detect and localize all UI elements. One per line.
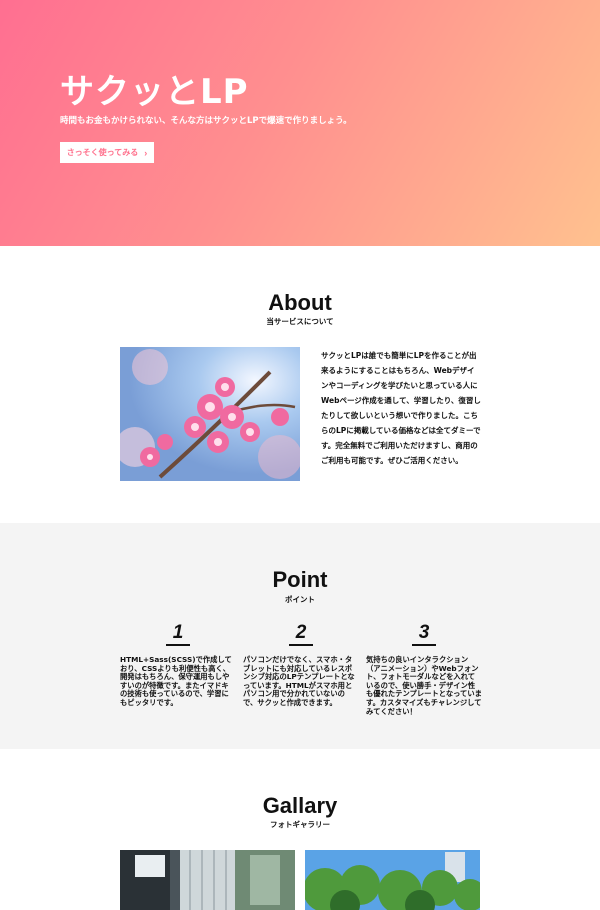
hero-subtitle: 時間もお金もかけられない、そんな方はサクッとLPで爆速で作りましょう。 xyxy=(60,116,352,126)
point-title: Point xyxy=(272,567,328,592)
about-title: About xyxy=(268,290,332,315)
point-item: 3 気持ちの良いインタラクション（アニメーション）やWebフォント、フォトモーダ… xyxy=(366,622,482,716)
point-item: 2 パソコンだけでなく、スマホ・タブレットにも対応しているレスポンシブ対応のLP… xyxy=(243,622,359,708)
green-trees-photo[interactable] xyxy=(305,850,480,910)
hero-title: サクッとLP xyxy=(60,72,249,112)
point-number: 1 xyxy=(166,622,190,646)
cta-button-label: さっそく使ってみる xyxy=(66,148,139,157)
about-body: サクッとLPは誰でも簡単にLPを作ることが出来るようにすることはもちろん、Web… xyxy=(321,351,481,465)
point-item: 1 HTML+Sass(SCSS)で作成しており、CSSよりも利便性も高く、開発… xyxy=(120,622,236,708)
point-subtitle: ポイント xyxy=(285,595,315,604)
cta-button[interactable]: さっそく使ってみる › xyxy=(60,142,154,163)
point-text: パソコンだけでなく、スマホ・タブレットにも対応しているレスポンシブ対応のLPテン… xyxy=(243,655,355,707)
point-text: HTML+Sass(SCSS)で作成しており、CSSよりも利便性も高く、開発はも… xyxy=(120,655,232,707)
point-number: 3 xyxy=(412,622,436,646)
cherry-blossom-photo xyxy=(120,347,300,481)
point-text: 気持ちの良いインタラクション（アニメーション）やWebフォント、フォトモーダルな… xyxy=(366,655,482,716)
about-subtitle: 当サービスについて xyxy=(266,317,334,326)
gallery-subtitle: フォトギャラリー xyxy=(270,820,330,829)
street-building-photo[interactable] xyxy=(120,850,295,910)
gallery-title: Gallary xyxy=(262,793,338,818)
chevron-right-icon: › xyxy=(144,147,148,158)
point-number: 2 xyxy=(289,622,313,646)
hero-section: サクッとLP 時間もお金もかけられない、そんな方はサクッとLPで爆速で作りましょ… xyxy=(0,0,600,246)
